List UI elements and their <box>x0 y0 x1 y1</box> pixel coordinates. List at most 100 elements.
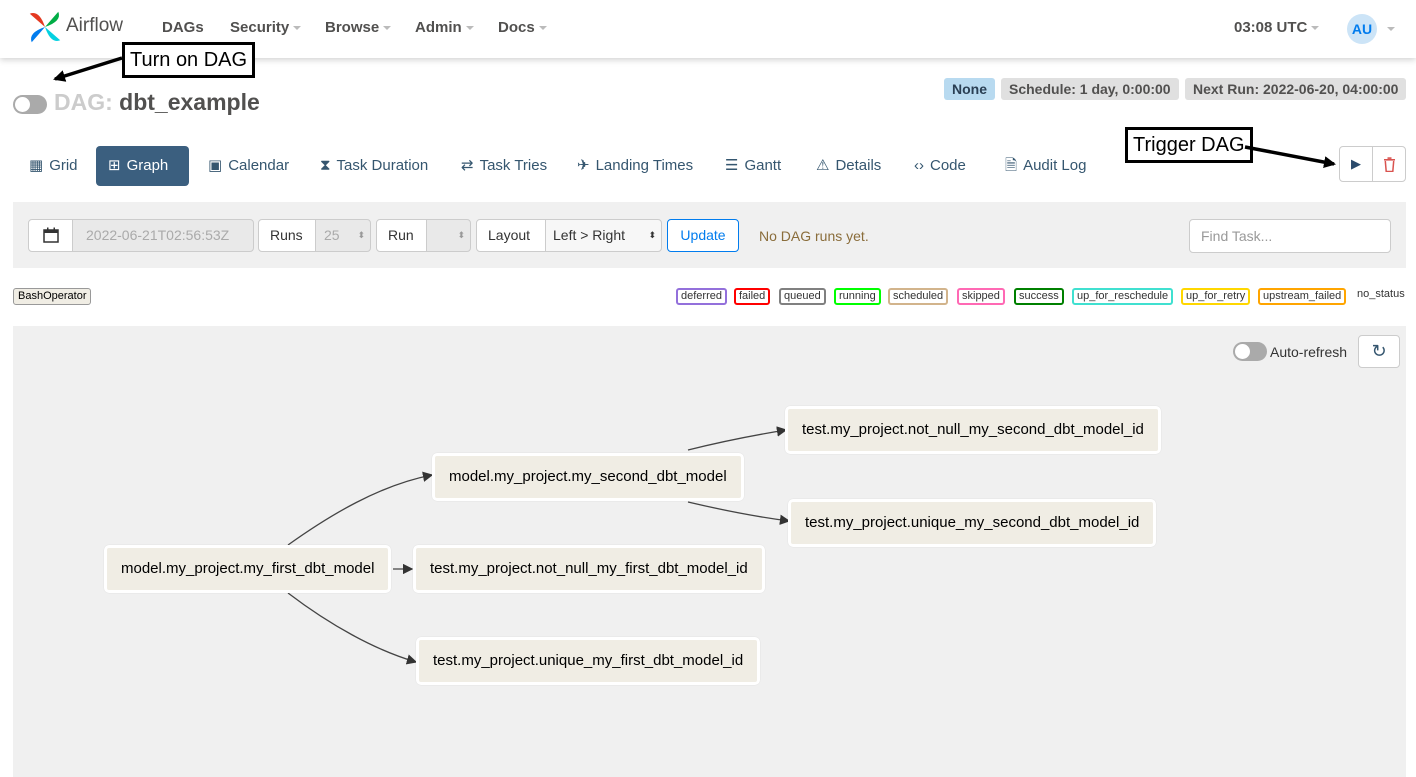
update-button[interactable]: Update <box>667 219 739 252</box>
state-legend-upstream-failed[interactable]: upstream_failed <box>1258 288 1347 305</box>
tab-graph-label: Graph <box>126 157 169 174</box>
tab-audit-log-label: Audit Log <box>1023 157 1087 174</box>
caret-down-icon <box>383 26 392 31</box>
state-legend-deferred[interactable]: deferred <box>676 288 727 305</box>
task-node-not-null-second-model-id[interactable]: test.my_project.not_null_my_second_dbt_m… <box>785 406 1161 454</box>
plane-landing-icon: ✈ <box>577 157 590 174</box>
nav-docs[interactable]: Docs <box>498 19 547 36</box>
dag-pause-toggle[interactable] <box>13 95 47 114</box>
graph-icon: ⊞ <box>108 157 121 174</box>
trigger-dag-button[interactable]: ▶ <box>1340 147 1373 181</box>
state-legend-running[interactable]: running <box>834 288 881 305</box>
dag-name: dbt_example <box>119 89 260 115</box>
trash-icon <box>1383 156 1395 172</box>
task-node-my-first-dbt-model[interactable]: model.my_project.my_first_dbt_model <box>104 545 392 593</box>
nav-security-label: Security <box>230 19 290 36</box>
dag-actions: ▶ <box>1339 146 1406 182</box>
tab-calendar-label: Calendar <box>228 157 290 174</box>
tab-gantt[interactable]: ☰ Gantt <box>713 146 793 186</box>
auto-refresh-label: Auto-refresh <box>1270 344 1348 360</box>
caret-down-icon <box>293 26 302 31</box>
find-task-input[interactable] <box>1189 219 1391 253</box>
calendar-picker-button[interactable] <box>28 219 73 252</box>
hourglass-icon: ⧗ <box>320 157 331 174</box>
nav-security[interactable]: Security <box>230 19 302 36</box>
select-arrows-icon: ⬍ <box>457 230 465 240</box>
tab-gantt-label: Gantt <box>744 157 782 174</box>
auto-refresh-toggle[interactable] <box>1233 342 1267 361</box>
clock-label: 03:08 UTC <box>1234 19 1308 36</box>
user-avatar[interactable]: AU <box>1347 14 1377 44</box>
user-menu-caret-icon[interactable] <box>1387 27 1395 31</box>
state-legend-up-for-retry[interactable]: up_for_retry <box>1181 288 1251 305</box>
tab-audit-log[interactable]: 🗎 Audit Log <box>993 146 1098 186</box>
nav-dags[interactable]: DAGs <box>162 19 204 36</box>
brand-name[interactable]: Airflow <box>66 15 123 37</box>
nav-admin[interactable]: Admin <box>415 19 474 36</box>
tab-graph[interactable]: ⊞ Graph <box>96 146 189 186</box>
tab-details[interactable]: ⚠ Details <box>804 146 893 186</box>
code-icon: ‹› <box>914 157 924 174</box>
state-legend-skipped[interactable]: skipped <box>957 288 1005 305</box>
task-node-not-null-first-model-id[interactable]: test.my_project.not_null_my_first_dbt_mo… <box>413 545 765 593</box>
tab-landing-times-label: Landing Times <box>595 157 694 174</box>
tab-task-tries[interactable]: ⇄ Task Tries <box>449 146 559 186</box>
warning-triangle-icon: ⚠ <box>816 157 830 174</box>
dag-title-prefix: DAG: <box>54 89 113 115</box>
layout-select[interactable]: Left > Right ⬍ <box>545 219 662 252</box>
operator-legend-bash: BashOperator <box>13 288 92 305</box>
state-legend-no-status[interactable]: no_status <box>1354 288 1408 305</box>
tab-landing-times[interactable]: ✈ Landing Times <box>565 146 705 186</box>
nav-browse-label: Browse <box>325 19 380 36</box>
gantt-icon: ☰ <box>725 157 739 174</box>
state-legend-failed[interactable]: failed <box>734 288 771 305</box>
nav-docs-label: Docs <box>498 19 535 36</box>
runs-select-value: 25 <box>324 227 340 243</box>
run-select[interactable]: ⬍ <box>426 219 471 252</box>
tab-calendar[interactable]: ▣ Calendar <box>196 146 301 186</box>
caret-down-icon <box>465 26 474 31</box>
caret-down-icon <box>1311 26 1320 31</box>
play-icon: ▶ <box>1351 156 1361 171</box>
dag-status-badge: None <box>944 78 995 100</box>
layout-label: Layout <box>476 219 546 252</box>
tab-task-duration-label: Task Duration <box>336 157 429 174</box>
refresh-button[interactable]: ↻ <box>1358 335 1400 368</box>
turn-on-arrow <box>53 56 123 82</box>
grid-icon: ▦ <box>29 157 44 174</box>
nav-admin-label: Admin <box>415 19 462 36</box>
trigger-arrow <box>1244 145 1336 169</box>
nav-browse[interactable]: Browse <box>325 19 392 36</box>
tab-code[interactable]: ‹› Code <box>902 146 978 186</box>
task-node-my-second-dbt-model[interactable]: model.my_project.my_second_dbt_model <box>432 453 744 501</box>
calendar-icon: ▣ <box>208 157 223 174</box>
tab-task-duration[interactable]: ⧗ Task Duration <box>308 146 440 186</box>
tab-grid-label: Grid <box>49 157 78 174</box>
state-legend-up-for-reschedule[interactable]: up_for_reschedule <box>1072 288 1174 305</box>
state-legend-scheduled[interactable]: scheduled <box>888 288 949 305</box>
refresh-icon: ↻ <box>1371 341 1387 361</box>
next-run-badge: Next Run: 2022-06-20, 04:00:00 <box>1185 78 1407 100</box>
select-arrows-icon: ⬍ <box>648 230 656 240</box>
state-legend-queued[interactable]: queued <box>779 288 826 305</box>
run-label: Run <box>376 219 427 252</box>
runs-select[interactable]: 25 ⬍ <box>315 219 371 252</box>
task-node-unique-second-model-id[interactable]: test.my_project.unique_my_second_dbt_mod… <box>788 499 1157 547</box>
airflow-logo-icon[interactable] <box>26 8 64 46</box>
turn-on-dag-callout: Turn on DAG <box>122 42 256 78</box>
state-legend-success[interactable]: success <box>1014 288 1064 305</box>
nav-dags-label: DAGs <box>162 19 204 36</box>
utc-clock[interactable]: 03:08 UTC <box>1234 19 1320 36</box>
schedule-badge: Schedule: 1 day, 0:00:00 <box>1001 78 1179 100</box>
tab-task-tries-label: Task Tries <box>479 157 548 174</box>
layout-select-value: Left > Right <box>553 227 625 243</box>
task-node-unique-first-model-id[interactable]: test.my_project.unique_my_first_dbt_mode… <box>416 637 761 685</box>
dag-title: DAG: dbt_example <box>54 89 260 116</box>
calendar-icon <box>42 227 59 243</box>
caret-down-icon <box>538 26 547 31</box>
tab-details-label: Details <box>835 157 882 174</box>
tab-grid[interactable]: ▦ Grid <box>17 146 90 186</box>
base-date-input[interactable]: 2022-06-21T02:56:53Z <box>72 219 254 252</box>
delete-dag-button[interactable] <box>1373 147 1405 181</box>
no-runs-message: No DAG runs yet. <box>759 228 869 244</box>
